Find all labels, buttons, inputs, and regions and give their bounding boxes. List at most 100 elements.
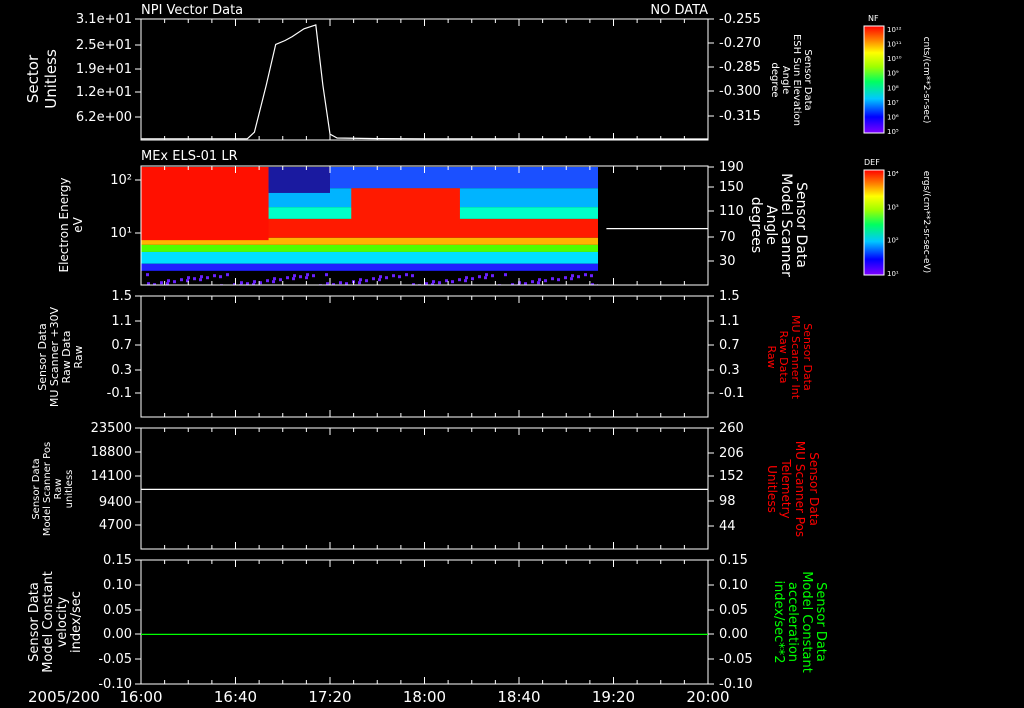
time-tick-label: 19:20 [592, 688, 635, 706]
spectrogram-pixel [286, 276, 289, 280]
y2-tick-label: 190 [719, 160, 744, 175]
spectrogram-region [141, 167, 269, 241]
y-axis-title-line: Sensor Data [807, 452, 821, 526]
y-tick-label: -0.05 [98, 652, 132, 667]
spectrogram-pixel [358, 281, 361, 285]
y-axis-title-line: Model Constant [41, 571, 56, 673]
spectrogram-pixel [279, 278, 282, 282]
spectrogram-pixel [464, 279, 467, 283]
panel-sector: NPI Vector Data NO DATA 3.1e+01 2.5e+01 1.… [24, 3, 813, 141]
y-axis-title-line: MU Scanner Pos [793, 441, 807, 537]
spectrogram-band [141, 244, 598, 252]
spectrogram-pixel [292, 277, 295, 281]
y-tick-label: 0.10 [103, 578, 132, 593]
y-axis-title-right: Sensor Data ESH Sun Elevation Angle degr… [769, 34, 813, 126]
y-axis-title-right: Sensor Data MU Scanner Pos Telemetry Uni… [765, 441, 821, 537]
y-axis-title-line: Angle [763, 205, 779, 245]
y-axis-title-line: Sensor Data [31, 458, 42, 519]
spectrogram-band [141, 251, 598, 264]
y2-tick-label: 70 [719, 230, 736, 245]
panel-frame [140, 295, 709, 418]
spectrogram-pixel [557, 278, 560, 282]
y-left-ticks: 0.150.100.050.00-0.05-0.10 [98, 553, 709, 692]
spectrogram-pixel [551, 277, 554, 281]
colorbar-gradient [863, 169, 885, 276]
panel-mu-scanner-30v: 1.5 1.1 0.7 0.3 -0.1 1.5 1.1 0.7 0.3 -0.1 Sensor… [36, 289, 814, 418]
colorbar-tick-label: 10⁴ [887, 170, 899, 178]
y-axis-title-line: velocity [55, 596, 70, 647]
spectrogram-pixel [405, 273, 408, 277]
y-axis-title-line: Sensor Data [793, 182, 809, 268]
spectrogram-pixel [537, 281, 540, 285]
y2-tick-label: -0.300 [719, 84, 761, 99]
colorbar-gradient [863, 25, 885, 134]
y-tick-label: 18800 [91, 445, 132, 460]
y-axis-title-line: Model Scanner [778, 173, 794, 277]
spectrogram-pixel [432, 280, 435, 284]
colorbar-tick-label: 10⁷ [887, 99, 899, 107]
spectrogram-pixel [339, 281, 342, 285]
sector-series-line [141, 24, 708, 140]
y-right-ticks: -0.255 -0.270 -0.285 -0.300 -0.315 [708, 12, 761, 124]
y-axis-title-line: ESH Sun Elevation [791, 34, 802, 126]
colorbar-tick-label: 10⁹ [887, 70, 899, 78]
spectrogram-region [351, 188, 460, 224]
spectrogram-pixel [379, 275, 382, 279]
no-data-label: NO DATA [650, 3, 708, 18]
y-axis-title-line: Unitless [42, 49, 60, 109]
spectrogram-pixel [206, 276, 209, 280]
y2-tick-label: 206 [719, 446, 744, 461]
colorbar-tick-label: 10² [887, 237, 899, 245]
colorbar-tick-label: 10⁶ [887, 113, 899, 121]
y-axis-title-line: Unitless [765, 465, 779, 513]
y-right-ticks: 0.150.100.050.00-0.05-0.10 [708, 553, 753, 692]
spectrogram-pixel [146, 273, 149, 277]
y2-tick-label: -0.05 [719, 652, 753, 667]
colorbar-tick-label: 10¹¹ [887, 41, 902, 49]
y-tick-label: -0.1 [107, 386, 132, 401]
spectrogram-pixel [273, 277, 276, 281]
y-tick-label: 10¹ [110, 226, 132, 241]
y2-tick-label: 0.00 [719, 627, 748, 642]
spectrogram-pixel [484, 276, 487, 280]
y-axis-title-line: Raw [765, 345, 778, 368]
colorbar-units: cnts/(cm**2-sr-sec) [921, 37, 931, 124]
spectrogram-pixel [253, 280, 256, 284]
colorbar-tick-label: 10⁵ [887, 128, 899, 136]
y2-tick-label: 0.15 [719, 553, 748, 568]
y-axis-title-line: degrees [748, 197, 764, 253]
time-tick-label: 16:40 [214, 688, 257, 706]
y-tick-label: 14100 [91, 469, 132, 484]
spectrogram-pixel [272, 280, 275, 284]
spectrogram-pixel [200, 275, 203, 279]
y-axis-title-left: Sensor Data Model Constant velocity inde… [27, 571, 84, 673]
colorbar-units: ergs/(cm**2-sr-sec-eV) [921, 171, 931, 273]
y-tick-label: 1.5 [111, 289, 132, 304]
y-tick-label: 1.9e+01 [76, 62, 132, 77]
spectrogram-pixel [385, 276, 388, 280]
spectrogram-pixel [199, 278, 202, 282]
y-tick-label: 1.2e+01 [76, 85, 132, 100]
y-tick-label: 23500 [91, 421, 132, 436]
y-axis-title-line: unitless [64, 470, 75, 509]
spectrogram-pixel [306, 273, 309, 277]
y-axis-title-left: Sector Unitless [24, 49, 60, 109]
y-axis-title-line: Model Scanner Pos [42, 442, 53, 536]
y-axis-title-line: Raw [72, 345, 85, 368]
y-axis-title-line: Sensor Data [802, 49, 813, 110]
spectrogram-pixel [173, 280, 176, 284]
spectrogram-pixel [538, 278, 541, 282]
time-tick-label: 18:40 [497, 688, 540, 706]
time-tick-label: 17:20 [308, 688, 351, 706]
spectrogram-pixel [570, 277, 573, 281]
spectrogram-pixel [491, 274, 494, 278]
time-tick-label: 16:00 [119, 688, 162, 706]
y2-tick-label: 0.05 [719, 603, 748, 618]
spectrogram-pixel [193, 277, 196, 281]
spectrogram-band [141, 263, 598, 271]
y-tick-label: 0.3 [111, 363, 132, 378]
y-tick-label: 0.15 [103, 553, 132, 568]
y2-tick-label: -0.1 [719, 386, 744, 401]
colorbar-label: DEF [864, 158, 880, 167]
y2-tick-label: 1.5 [719, 289, 740, 304]
